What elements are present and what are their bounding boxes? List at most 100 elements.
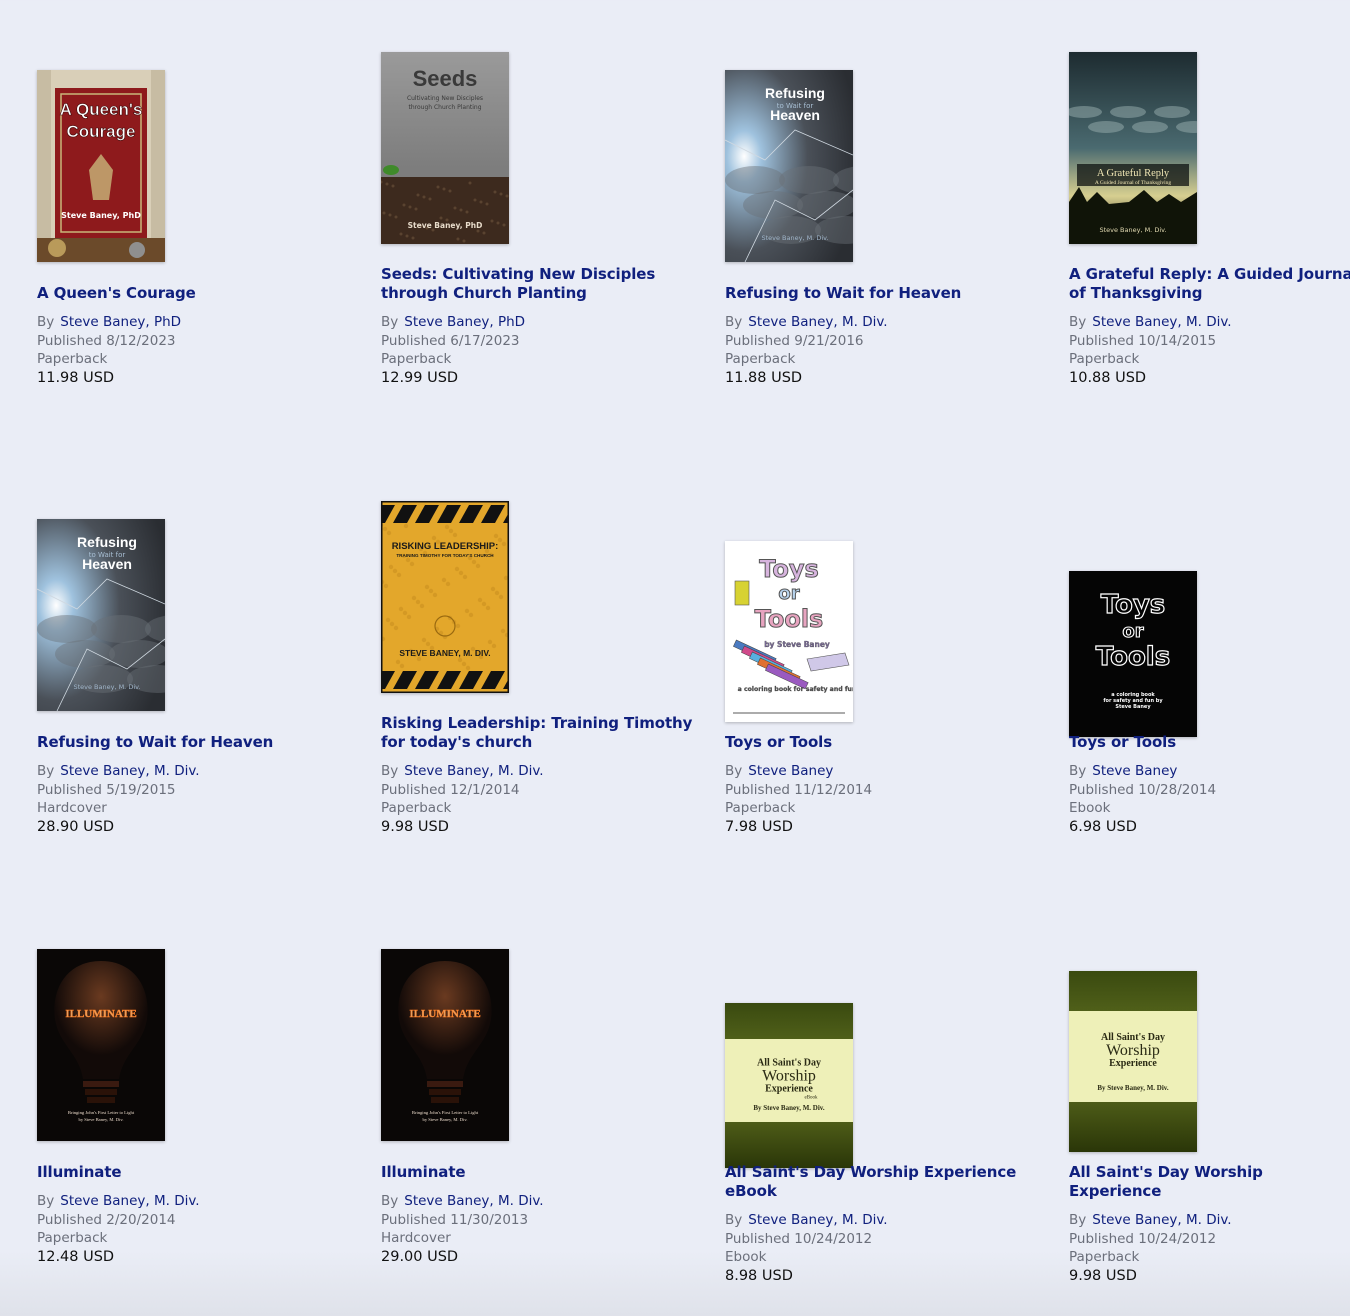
cover-text: TRAINING TIMOTHY FOR TODAY'S CHURCH bbox=[396, 553, 494, 558]
cover-slot: ILLUMINATE Bringing John's First Letter t… bbox=[381, 949, 701, 1141]
book-format: Paperback bbox=[37, 1230, 108, 1246]
all-saints-cover: All Saint's DayWorshipExperienceeBookBy … bbox=[725, 1003, 853, 1168]
book-cover[interactable]: Toys or Tools by Steve Baney a coloring book… bbox=[725, 541, 853, 722]
cover-text: by Steve Baney bbox=[764, 640, 830, 649]
author-link[interactable]: Steve Baney, M. Div. bbox=[1092, 1212, 1231, 1228]
author-link[interactable]: Steve Baney bbox=[1092, 763, 1177, 779]
book-title-link[interactable]: All Saint's Day Worship Experience bbox=[1069, 1163, 1350, 1201]
book-info: Toys or Tools By Steve Baney Published 11… bbox=[725, 733, 1045, 836]
cover-slot: RISKING LEADERSHIP: TRAINING TIMOTHY FOR … bbox=[381, 501, 701, 693]
book-cover[interactable]: RISKING LEADERSHIP: TRAINING TIMOTHY FOR … bbox=[381, 501, 509, 693]
illuminate-cover: ILLUMINATE Bringing John's First Letter t… bbox=[381, 949, 509, 1141]
book-author-line: By Steve Baney, M. Div. bbox=[37, 762, 357, 781]
book-title-link[interactable]: Risking Leadership: Training Timothy for… bbox=[381, 714, 701, 752]
cover-text: a coloring book for safety and fun bbox=[738, 686, 853, 693]
book-price: 28.90 USD bbox=[37, 818, 115, 835]
book-info: Risking Leadership: Training Timothy for… bbox=[381, 714, 701, 836]
book-price: 29.00 USD bbox=[381, 1248, 459, 1265]
cover-text: Bringing John's First Letter to Light bbox=[412, 1110, 479, 1115]
book-format: Paperback bbox=[725, 800, 796, 816]
published-date: Published 11/30/2013 bbox=[381, 1211, 529, 1228]
cover-text: Experience bbox=[765, 1084, 813, 1095]
risking-leadership-cover: RISKING LEADERSHIP:TRAINING TIMOTHY FOR … bbox=[381, 501, 509, 693]
cover-slot: All Saint's Day Worship Experience By Steve… bbox=[1069, 960, 1350, 1152]
by-label: By bbox=[1069, 763, 1087, 779]
cover-author: Steve Baney, M. Div. bbox=[73, 683, 140, 691]
cover-slot: Toys or Tools by Steve Baney a coloring book… bbox=[725, 530, 1045, 722]
published-date: Published 5/19/2015 bbox=[37, 781, 176, 798]
book-info: Illuminate By Steve Baney, M. Div. Publis… bbox=[37, 1163, 357, 1266]
cover-text: Tools bbox=[1096, 642, 1170, 672]
cover-slot: Toys or Tools a coloring book for safety and… bbox=[1069, 545, 1350, 737]
book-cover[interactable]: All Saint's Day Worship Experience By Steve… bbox=[1069, 971, 1197, 1152]
author-link[interactable]: Steve Baney, M. Div. bbox=[748, 1212, 887, 1228]
toys-tools-coloring-cover: ToysorTools by Steve Baney a coloring book… bbox=[725, 541, 853, 722]
book-info: All Saint's Day Worship Experience By Ste… bbox=[1069, 1163, 1350, 1285]
cover-text: eBook bbox=[804, 1096, 818, 1101]
cover-text: Tools bbox=[755, 605, 824, 633]
book-cover[interactable]: ILLUMINATE Bringing John's First Letter t… bbox=[37, 949, 165, 1141]
author-link[interactable]: Steve Baney, M. Div. bbox=[60, 763, 199, 779]
by-label: By bbox=[381, 1193, 399, 1209]
published-date: Published 11/12/2014 bbox=[725, 781, 873, 798]
book-grid: A Queen's Courage Steve Baney, PhD A Queen… bbox=[0, 0, 1350, 1316]
cover-text: Steve Baney bbox=[1115, 704, 1151, 710]
book-format: Paperback bbox=[1069, 1249, 1140, 1265]
book-format: Ebook bbox=[725, 1249, 767, 1265]
book-price: 12.48 USD bbox=[37, 1248, 115, 1265]
all-saints-cover: All Saint's DayWorshipExperienceBy Steve… bbox=[1069, 971, 1197, 1152]
book-author-line: By Steve Baney, M. Div. bbox=[37, 1192, 357, 1211]
published-date: Published 2/20/2014 bbox=[37, 1211, 176, 1228]
book-author-line: By Steve Baney bbox=[725, 762, 1045, 781]
book-author-line: By Steve Baney, M. Div. bbox=[381, 1192, 701, 1211]
book-title-link[interactable]: Refusing to Wait for Heaven bbox=[37, 733, 357, 752]
book-title-link[interactable]: Toys or Tools bbox=[725, 733, 1045, 752]
cover-text: Toys bbox=[1101, 590, 1166, 620]
book-price: 9.98 USD bbox=[381, 818, 449, 835]
book-cover[interactable]: All Saint's Day Worship Experience eBook By … bbox=[725, 1003, 853, 1168]
book-info: All Saint's Day Worship Experience eBook… bbox=[725, 1163, 1045, 1285]
cover-slot: Refusing to Wait for Heaven Steve Baney, M.… bbox=[37, 519, 357, 711]
cover-author: STEVE BANEY, M. DIV. bbox=[399, 648, 490, 658]
book-format: Paperback bbox=[381, 800, 452, 816]
cover-text: or bbox=[1122, 621, 1143, 642]
book-author-line: By Steve Baney, M. Div. bbox=[381, 762, 701, 781]
cover-author: By Steve Baney, M. Div. bbox=[753, 1104, 825, 1112]
cover-text: Experience bbox=[1109, 1058, 1157, 1069]
book-cover[interactable]: Toys or Tools a coloring book for safety and… bbox=[1069, 571, 1197, 737]
book-title-link[interactable]: Toys or Tools bbox=[1069, 733, 1350, 752]
book-format: Hardcover bbox=[37, 800, 107, 816]
author-link[interactable]: Steve Baney, M. Div. bbox=[404, 1193, 543, 1209]
book-info: Refusing to Wait for Heaven By Steve Bane… bbox=[37, 733, 357, 836]
book-card: All Saint's Day Worship Experience By Steve… bbox=[1069, 0, 1350, 1284]
book-price: 6.98 USD bbox=[1069, 818, 1137, 835]
book-price: 9.98 USD bbox=[1069, 1267, 1137, 1284]
book-author-line: By Steve Baney, M. Div. bbox=[725, 1211, 1045, 1230]
cover-text: RISKING LEADERSHIP: bbox=[392, 541, 499, 552]
author-link[interactable]: Steve Baney, M. Div. bbox=[404, 763, 543, 779]
author-link[interactable]: Steve Baney bbox=[748, 763, 833, 779]
author-link[interactable]: Steve Baney, M. Div. bbox=[60, 1193, 199, 1209]
book-title-link[interactable]: Illuminate bbox=[381, 1163, 701, 1182]
book-title-link[interactable]: Illuminate bbox=[37, 1163, 357, 1182]
by-label: By bbox=[381, 763, 399, 779]
published-date: Published 10/24/2012 bbox=[1069, 1230, 1217, 1247]
cover-author: By Steve Baney, M. Div. bbox=[1097, 1084, 1169, 1092]
book-card: All Saint's Day Worship Experience eBook By … bbox=[725, 0, 1045, 1284]
published-date: Published 10/28/2014 bbox=[1069, 781, 1217, 798]
cover-slot: All Saint's Day Worship Experience eBook By … bbox=[725, 976, 1045, 1168]
book-cover[interactable]: ILLUMINATE Bringing John's First Letter t… bbox=[381, 949, 509, 1141]
cover-text: Toys bbox=[759, 555, 819, 583]
book-cover[interactable]: Refusing to Wait for Heaven Steve Baney, M.… bbox=[37, 519, 165, 711]
book-price: 8.98 USD bbox=[725, 1267, 793, 1284]
by-label: By bbox=[725, 1212, 743, 1228]
cover-text: or bbox=[778, 583, 799, 604]
book-author-line: By Steve Baney, M. Div. bbox=[1069, 1211, 1350, 1230]
by-label: By bbox=[725, 763, 743, 779]
book-price: 7.98 USD bbox=[725, 818, 793, 835]
by-label: By bbox=[37, 763, 55, 779]
cover-text: ILLUMINATE bbox=[65, 1008, 136, 1020]
published-date: Published 10/24/2012 bbox=[725, 1230, 873, 1247]
book-title-link[interactable]: All Saint's Day Worship Experience eBook bbox=[725, 1163, 1045, 1201]
cover-text: Worship bbox=[762, 1068, 816, 1085]
